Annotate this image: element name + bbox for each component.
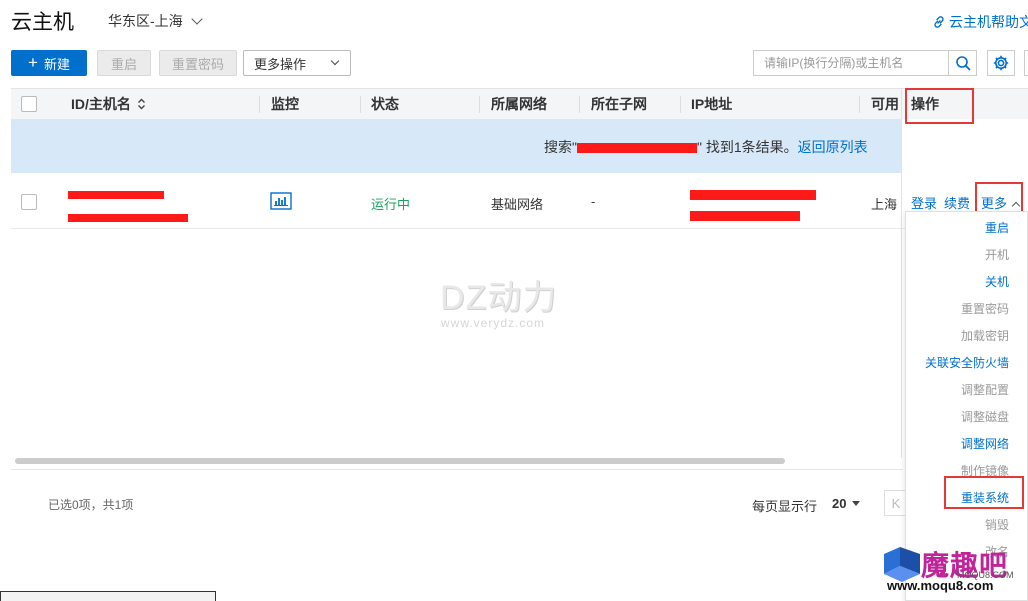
redacted-ip-2 — [690, 207, 800, 222]
login-link[interactable]: 登录 — [911, 193, 937, 212]
menu-item-restart[interactable]: 重启 — [985, 219, 1009, 236]
region-selector[interactable]: 华东区-上海 — [108, 11, 203, 31]
column-header-network: 所属网络 — [491, 96, 547, 112]
gear-icon — [993, 55, 1009, 71]
monitor-button[interactable] — [270, 192, 292, 213]
column-header-ip: IP地址 — [691, 96, 733, 112]
page-title: 云主机 — [11, 11, 74, 34]
subnet-cell: - — [591, 194, 596, 209]
chevron-down-icon — [191, 13, 203, 25]
column-separator — [479, 96, 480, 113]
column-header-subnet: 所在子网 — [591, 96, 647, 112]
footer-divider — [11, 469, 903, 470]
column-separator — [859, 96, 860, 113]
plus-icon: + — [28, 53, 38, 72]
redacted-search-term — [576, 143, 697, 154]
search-result-notice: 搜索" " 找到1条结果。返回原列表 — [11, 119, 901, 173]
redacted-hostname — [68, 209, 188, 224]
bar-chart-icon — [270, 192, 292, 210]
menu-item-power-off[interactable]: 关机 — [985, 273, 1009, 290]
column-separator — [360, 96, 361, 113]
new-instance-button[interactable]: + 新建 — [11, 50, 87, 76]
fixed-column-divider — [901, 88, 902, 458]
column-header-status: 状态 — [371, 96, 399, 112]
help-link[interactable]: 云主机帮助文 — [932, 12, 1028, 32]
status-badge: 运行中 — [371, 197, 411, 212]
search-input[interactable] — [754, 51, 948, 75]
search-button[interactable] — [948, 51, 976, 75]
reset-password-button[interactable]: 重置密码 — [159, 50, 237, 76]
menu-item-firewall[interactable]: 关联安全防火墙 — [925, 354, 1009, 371]
logo-url: www.moqu8.com — [887, 578, 994, 593]
chevron-down-icon — [330, 56, 340, 66]
column-header-monitor: 监控 — [271, 96, 299, 112]
menu-item-resize[interactable]: 调整配置 — [961, 381, 1009, 398]
select-all-checkbox[interactable] — [21, 96, 37, 112]
column-id-label: ID/主机名 — [71, 96, 131, 112]
back-to-list-link[interactable]: 返回原列表 — [798, 139, 868, 155]
watermark-text: DZ动力 — [440, 279, 558, 317]
table-row: 运行中 基础网络 - 上海 登录 续费 更多 — [11, 174, 1028, 229]
redacted-ip-1 — [690, 186, 816, 201]
menu-item-load-key[interactable]: 加载密钥 — [961, 327, 1009, 344]
menu-item-destroy[interactable]: 销毁 — [985, 516, 1009, 533]
row-checkbox[interactable] — [21, 194, 37, 210]
settings-button[interactable] — [987, 50, 1015, 76]
search-icon — [955, 56, 970, 71]
column-header-zone: 可用 — [871, 96, 899, 112]
search-box — [753, 50, 977, 76]
new-button-label: 新建 — [43, 56, 70, 72]
column-separator — [680, 96, 681, 113]
toolbar-extra-button[interactable] — [1024, 50, 1028, 76]
highlight-more-link — [975, 182, 1023, 214]
zone-cell: 上海 — [871, 197, 898, 212]
per-page-select[interactable]: 20 — [832, 496, 861, 511]
selection-info: 已选0项，共1项 — [48, 498, 134, 512]
menu-item-power-on[interactable]: 开机 — [985, 246, 1009, 263]
watermark-url: www.verydz.com — [441, 316, 546, 330]
link-icon — [934, 16, 944, 28]
bottom-window-edge — [0, 591, 216, 601]
more-actions-label: 更多操作 — [254, 56, 307, 72]
network-cell: 基础网络 — [491, 197, 544, 212]
column-separator — [579, 96, 580, 113]
notice-prefix: 搜索" — [544, 139, 577, 155]
highlight-actions-header — [905, 88, 974, 124]
column-header-id[interactable]: ID/主机名 — [71, 89, 146, 120]
more-actions-dropdown[interactable]: 更多操作 — [243, 50, 351, 76]
highlight-reinstall — [944, 476, 1024, 509]
redacted-instance-id[interactable] — [68, 186, 164, 201]
table-header: ID/主机名 监控 状态 所属网络 所在子网 IP地址 可用 操作 — [11, 88, 1028, 119]
notice-suffix: " 找到1条结果。 — [696, 139, 798, 155]
per-page-label: 每页显示行 — [752, 499, 818, 514]
restart-button[interactable]: 重启 — [97, 50, 151, 76]
column-separator — [259, 96, 260, 113]
renew-link[interactable]: 续费 — [944, 193, 970, 212]
search-result-text: 搜索" " 找到1条结果。返回原列表 — [544, 137, 868, 157]
menu-item-adjust-disk[interactable]: 调整磁盘 — [961, 408, 1009, 425]
horizontal-scrollbar[interactable] — [15, 458, 785, 464]
per-page-value: 20 — [832, 496, 847, 511]
menu-item-adjust-network[interactable]: 调整网络 — [961, 435, 1009, 452]
region-label: 华东区-上海 — [108, 13, 183, 29]
caret-down-icon — [852, 501, 861, 506]
help-link-label: 云主机帮助文 — [949, 14, 1028, 30]
sort-icon[interactable] — [137, 98, 146, 110]
more-actions-menu: 重启 开机 关机 重置密码 加载密钥 关联安全防火墙 调整配置 调整磁盘 调整网… — [905, 211, 1028, 601]
menu-item-reset-password[interactable]: 重置密码 — [961, 300, 1009, 317]
